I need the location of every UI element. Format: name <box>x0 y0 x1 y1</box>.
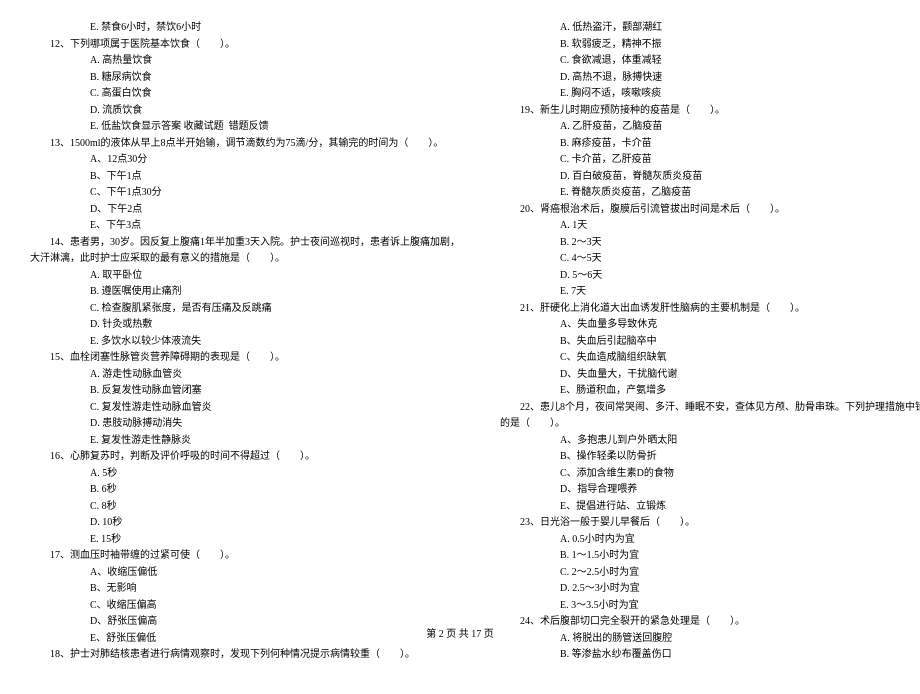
page-footer: 第 2 页 共 17 页 <box>0 625 920 640</box>
text-line: B、失血后引起脑卒中 <box>500 334 920 351</box>
text-line: B. 麻疹疫苗，卡介苗 <box>500 136 920 153</box>
text-line: C. 卡介苗，乙肝疫苗 <box>500 152 920 169</box>
text-line: B. 2～3天 <box>500 235 920 252</box>
text-line: 19、新生儿时期应预防接种的疫苗是（ ）。 <box>500 103 920 120</box>
text-line: D、指导合理喂养 <box>500 482 920 499</box>
text-line: A. 0.5小时内为宜 <box>500 532 920 549</box>
text-line: D. 5～6天 <box>500 268 920 285</box>
text-line: 16、心肺复苏时，判断及评价呼吸的时间不得超过（ ）。 <box>30 449 460 466</box>
text-line: A. 取平卧位 <box>30 268 460 285</box>
text-line: B. 遵医嘱使用止痛剂 <box>30 284 460 301</box>
text-line: E、肠道积血，产氨增多 <box>500 383 920 400</box>
text-line: 13、1500ml的液体从早上8点半开始输，调节滴数约为75滴/分，其输完的时间… <box>30 136 460 153</box>
text-line: A、12点30分 <box>30 152 460 169</box>
text-line: A. 高热量饮食 <box>30 53 460 70</box>
text-line: B、无影响 <box>30 581 460 598</box>
text-line: B、操作轻柔以防骨折 <box>500 449 920 466</box>
text-line: D. 患肢动脉搏动消失 <box>30 416 460 433</box>
text-line: E. 多饮水以较少体液流失 <box>30 334 460 351</box>
text-line: A. 5秒 <box>30 466 460 483</box>
text-line: 的是（ ）。 <box>500 416 920 433</box>
text-line: D. 10秒 <box>30 515 460 532</box>
text-line: C、添加含维生素D的食物 <box>500 466 920 483</box>
text-line: E. 3～3.5小时为宜 <box>500 598 920 615</box>
text-line: E. 15秒 <box>30 532 460 549</box>
text-line: 20、肾癌根治术后，腹膜后引流管拔出时间是术后（ ）。 <box>500 202 920 219</box>
text-line: C. 4～5天 <box>500 251 920 268</box>
text-line: D、失血量大，干扰脑代谢 <box>500 367 920 384</box>
text-line: 17、测血压时袖带缠的过紧可使（ ）。 <box>30 548 460 565</box>
text-line: D. 百白破疫苗，脊髓灰质炎疫苗 <box>500 169 920 186</box>
text-line: C、失血造成脑组织缺氧 <box>500 350 920 367</box>
text-line: C、收缩压偏高 <box>30 598 460 615</box>
text-line: C. 食欲减退，体重减轻 <box>500 53 920 70</box>
text-line: 22、患儿8个月，夜间常哭闹、多汗、睡眠不安，查体见方颅、肋骨串珠。下列护理措施… <box>500 400 920 417</box>
text-line: C. 检查腹肌紧张度，是否有压痛及反跳痛 <box>30 301 460 318</box>
text-line: B、下午1点 <box>30 169 460 186</box>
text-line: C. 复发性游走性动脉血管炎 <box>30 400 460 417</box>
text-line: D. 针灸或热敷 <box>30 317 460 334</box>
text-line: 23、日光浴一般于婴儿早餐后（ ）。 <box>500 515 920 532</box>
right-column: A. 低热盗汗，颧部潮红B. 软弱疲乏，精神不振C. 食欲减退，体重减轻D. 高… <box>500 20 920 664</box>
text-line: B. 反复发性动脉血管闭塞 <box>30 383 460 400</box>
text-line: C. 8秒 <box>30 499 460 516</box>
text-line: 15、血栓闭塞性脉管炎营养障碍期的表现是（ ）。 <box>30 350 460 367</box>
text-line: 18、护士对肺结核患者进行病情观察时，发现下列何种情况提示病情较重（ ）。 <box>30 647 460 664</box>
text-line: E. 低盐饮食显示答案 收藏试题 错题反馈 <box>30 119 460 136</box>
text-line: B. 糖尿病饮食 <box>30 70 460 87</box>
text-line: C. 高蛋白饮食 <box>30 86 460 103</box>
exam-page: E. 禁食6小时，禁饮6小时12、下列哪项属于医院基本饮食（ ）。A. 高热量饮… <box>0 0 920 694</box>
text-line: E. 禁食6小时，禁饮6小时 <box>30 20 460 37</box>
text-line: 12、下列哪项属于医院基本饮食（ ）。 <box>30 37 460 54</box>
text-line: D. 2.5～3小时为宜 <box>500 581 920 598</box>
text-line: A、收缩压偏低 <box>30 565 460 582</box>
text-line: A、失血量多导致休克 <box>500 317 920 334</box>
text-line: D. 流质饮食 <box>30 103 460 120</box>
text-line: B. 1～1.5小时为宜 <box>500 548 920 565</box>
text-line: E、提倡进行站、立锻炼 <box>500 499 920 516</box>
text-line: E. 7天 <box>500 284 920 301</box>
text-line: A. 低热盗汗，颧部潮红 <box>500 20 920 37</box>
text-line: D. 高热不退，脉搏快速 <box>500 70 920 87</box>
text-line: E. 复发性游走性静脉炎 <box>30 433 460 450</box>
text-line: E. 胸闷不适，咳嗽咳痰 <box>500 86 920 103</box>
left-column: E. 禁食6小时，禁饮6小时12、下列哪项属于医院基本饮食（ ）。A. 高热量饮… <box>30 20 460 664</box>
text-line: D、下午2点 <box>30 202 460 219</box>
text-line: B. 6秒 <box>30 482 460 499</box>
text-line: A. 游走性动脉血管炎 <box>30 367 460 384</box>
text-line: A. 1天 <box>500 218 920 235</box>
text-line: B. 软弱疲乏，精神不振 <box>500 37 920 54</box>
text-line: B. 等渗盐水纱布覆盖伤口 <box>500 647 920 664</box>
text-line: C. 2～2.5小时为宜 <box>500 565 920 582</box>
text-line: 14、患者男，30岁。因反复上腹痛1年半加重3天入院。护士夜间巡视时，患者诉上腹… <box>30 235 460 252</box>
text-line: 大汗淋漓，此时护士应采取的最有意义的措施是（ ）。 <box>30 251 460 268</box>
text-line: A. 乙肝疫苗，乙脑疫苗 <box>500 119 920 136</box>
text-line: E、下午3点 <box>30 218 460 235</box>
text-line: 21、肝硬化上消化道大出血诱发肝性脑病的主要机制是（ ）。 <box>500 301 920 318</box>
text-line: A、多抱患儿到户外晒太阳 <box>500 433 920 450</box>
text-line: C、下午1点30分 <box>30 185 460 202</box>
text-line: E. 脊髓灰质炎疫苗，乙脑疫苗 <box>500 185 920 202</box>
